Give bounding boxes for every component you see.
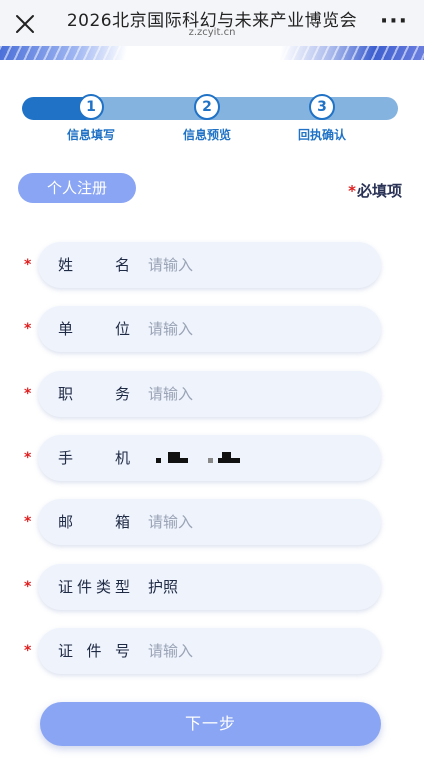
- company-field[interactable]: 单 位: [38, 306, 381, 352]
- required-star: *: [348, 182, 356, 200]
- job-title-field[interactable]: 职 务: [38, 371, 381, 417]
- label-char: 证: [58, 578, 74, 596]
- required-star: *: [24, 257, 32, 273]
- company-field-row: * 单 位: [0, 306, 424, 352]
- phone-field[interactable]: 手 机: [38, 435, 381, 481]
- required-note: *必填项: [348, 180, 402, 201]
- step-1-label: 信息填写: [66, 128, 115, 142]
- name-input[interactable]: [148, 242, 368, 288]
- label-char: 机: [114, 449, 130, 467]
- id-type-select[interactable]: 证 件 类 型 护照: [38, 564, 381, 610]
- label-char: 务: [114, 385, 130, 403]
- id-number-field[interactable]: 证 件 号: [38, 628, 381, 674]
- step-2-circle: 2: [194, 94, 220, 120]
- more-menu-icon[interactable]: ···: [380, 11, 408, 33]
- required-note-text: 必填项: [356, 182, 402, 200]
- label-char: 姓: [58, 256, 74, 274]
- required-star: *: [24, 450, 32, 466]
- phone-value-masked[interactable]: [156, 449, 246, 467]
- job-title-input[interactable]: [148, 371, 368, 417]
- phone-label: 手 机: [58, 435, 130, 481]
- label-char: 型: [114, 578, 130, 596]
- name-label: 姓 名: [58, 242, 130, 288]
- label-char: 位: [114, 320, 130, 338]
- label-char: 件: [76, 578, 92, 596]
- job-title-field-row: * 职 务: [0, 371, 424, 417]
- company-label: 单 位: [58, 306, 130, 352]
- id-number-label: 证 件 号: [58, 628, 130, 674]
- name-field[interactable]: 姓 名: [38, 242, 381, 288]
- email-field[interactable]: 邮 箱: [38, 499, 381, 545]
- phone-field-row: * 手 机: [0, 435, 424, 481]
- personal-registration-tab[interactable]: 个人注册: [18, 173, 136, 203]
- label-char: 手: [58, 449, 74, 467]
- required-star: *: [24, 579, 32, 595]
- id-number-input[interactable]: [148, 628, 368, 674]
- id-type-value[interactable]: 护照: [148, 564, 178, 610]
- id-number-field-row: * 证 件 号: [0, 628, 424, 674]
- required-star: *: [24, 321, 32, 337]
- step-3-label: 回执确认: [297, 128, 346, 142]
- email-label: 邮 箱: [58, 499, 130, 545]
- page-domain: z.zcyit.cn: [188, 27, 236, 38]
- step-3-circle: 3: [309, 94, 335, 120]
- header-banner-pattern: [0, 46, 424, 60]
- label-char: 类: [95, 578, 111, 596]
- required-star: *: [24, 514, 32, 530]
- required-star: *: [24, 386, 32, 402]
- label-char: 箱: [114, 513, 130, 531]
- step-2-label: 信息预览: [182, 128, 231, 142]
- required-star: *: [24, 643, 32, 659]
- label-char: 单: [58, 320, 74, 338]
- step-1-circle: 1: [78, 94, 104, 120]
- top-bar: 2026北京国际科幻与未来产业博览会 z.zcyit.cn ···: [0, 0, 424, 46]
- label-char: 证: [58, 642, 74, 660]
- email-input[interactable]: [148, 499, 368, 545]
- job-title-label: 职 务: [58, 371, 130, 417]
- label-char: 名: [114, 256, 130, 274]
- id-type-field-row: * 证 件 类 型 护照: [0, 564, 424, 610]
- label-char: 邮: [58, 513, 74, 531]
- email-field-row: * 邮 箱: [0, 499, 424, 545]
- name-field-row: * 姓 名: [0, 242, 424, 288]
- company-input[interactable]: [148, 306, 368, 352]
- label-char: 号: [114, 642, 130, 660]
- label-char: 件: [86, 642, 102, 660]
- next-step-button[interactable]: 下一步: [40, 702, 381, 746]
- label-char: 职: [58, 385, 74, 403]
- id-type-label: 证 件 类 型: [58, 564, 130, 610]
